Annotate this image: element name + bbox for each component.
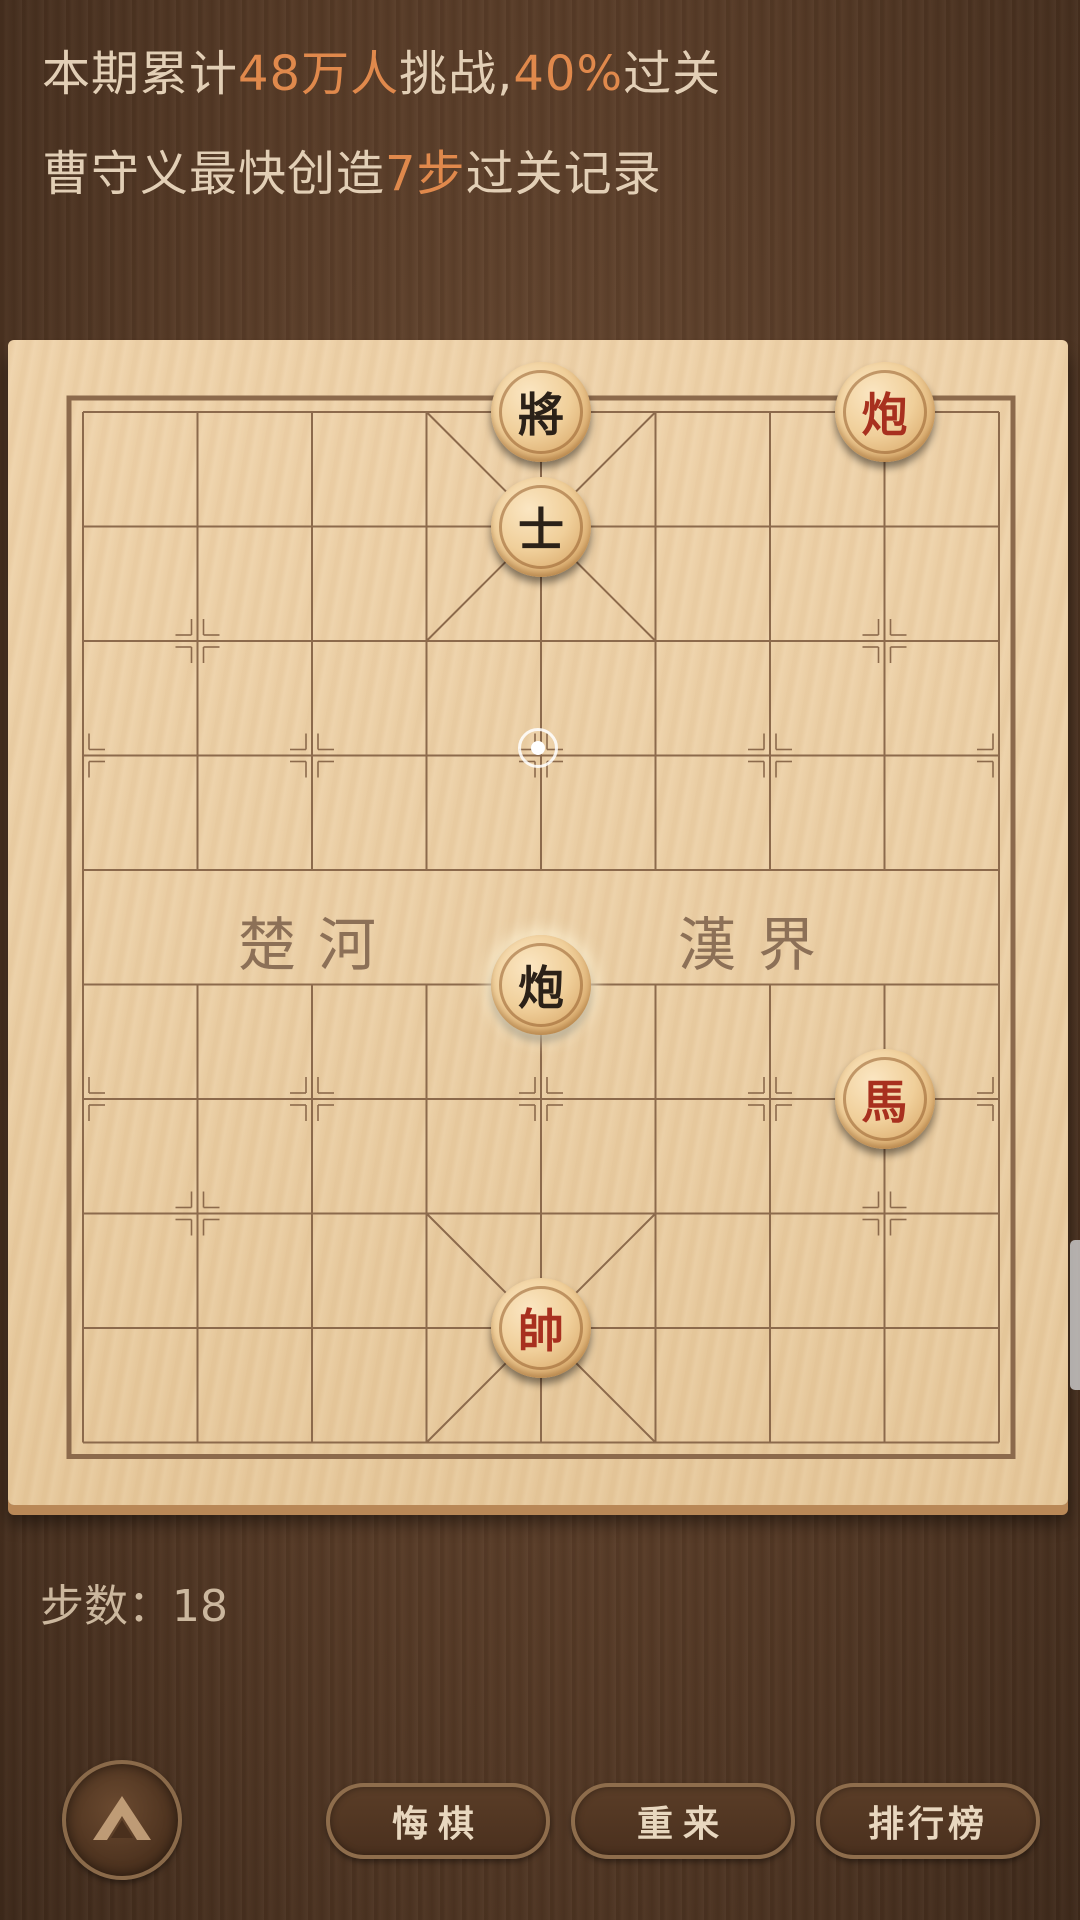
stats-prefix: 本期累计: [42, 46, 239, 102]
piece-label: 炮: [499, 942, 583, 1027]
black-piece[interactable]: 炮: [491, 934, 591, 1035]
record-info: 曹守义最快创造7步过关记录: [42, 134, 662, 204]
piece-label: 炮: [842, 370, 927, 454]
record-prefix: 曹守义最快创造: [42, 146, 386, 202]
river-label-chu: 楚河: [238, 911, 399, 979]
challenger-count: 48万人: [238, 46, 400, 102]
leaderboard-button[interactable]: 排行榜: [816, 1783, 1040, 1859]
red-piece[interactable]: 馬: [834, 1049, 935, 1149]
home-button[interactable]: [62, 1760, 182, 1880]
red-piece[interactable]: 炮: [834, 362, 935, 462]
piece-label: 士: [499, 484, 583, 569]
edge-handle[interactable]: [1070, 1240, 1080, 1390]
step-counter: 步数：18: [40, 1581, 228, 1632]
stats-suffix: 过关: [623, 46, 722, 102]
challenge-stats: 本期累计48万人挑战,40%过关: [42, 34, 721, 104]
river-label-han: 漢界: [678, 911, 839, 979]
undo-button[interactable]: 悔棋: [326, 1783, 550, 1859]
piece-label: 帥: [499, 1286, 583, 1370]
record-suffix: 过关记录: [465, 146, 662, 202]
home-icon: [93, 1796, 151, 1840]
pass-rate: 40%: [513, 46, 624, 102]
restart-button[interactable]: 重来: [571, 1783, 795, 1859]
red-piece[interactable]: 帥: [491, 1278, 591, 1378]
black-piece[interactable]: 士: [491, 476, 591, 577]
piece-label: 馬: [842, 1057, 927, 1141]
move-target-marker[interactable]: [518, 728, 558, 768]
stats-middle: 挑战,: [399, 46, 514, 102]
piece-label: 將: [499, 370, 583, 454]
black-piece[interactable]: 將: [491, 362, 591, 462]
record-steps: 7步: [385, 146, 466, 202]
